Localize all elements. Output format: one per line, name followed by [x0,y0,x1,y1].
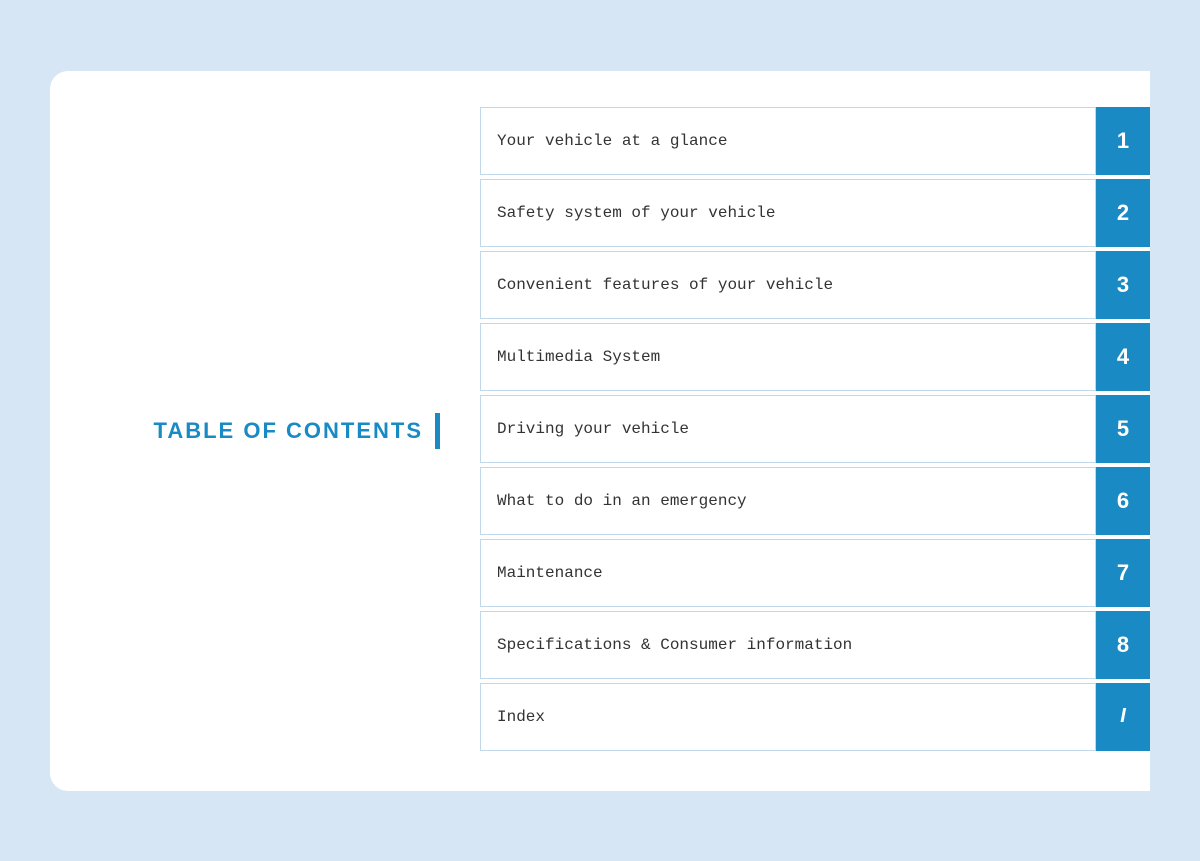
toc-item-number: 7 [1096,539,1150,607]
toc-item-label: Driving your vehicle [480,395,1096,463]
table-row[interactable]: What to do in an emergency6 [480,467,1150,535]
table-row[interactable]: Specifications & Consumer information8 [480,611,1150,679]
table-row[interactable]: Maintenance7 [480,539,1150,607]
table-row[interactable]: Driving your vehicle5 [480,395,1150,463]
toc-item-number: 3 [1096,251,1150,319]
toc-item-number: 2 [1096,179,1150,247]
toc-item-label: Maintenance [480,539,1096,607]
toc-item-number: I [1096,683,1150,751]
table-row[interactable]: IndexI [480,683,1150,751]
toc-item-label: Your vehicle at a glance [480,107,1096,175]
table-row[interactable]: Multimedia System4 [480,323,1150,391]
page-container: TABLE OF CONTENTS Your vehicle at a glan… [0,0,1200,861]
toc-item-number: 6 [1096,467,1150,535]
toc-item-number: 8 [1096,611,1150,679]
toc-card: TABLE OF CONTENTS Your vehicle at a glan… [50,71,1150,791]
toc-item-label: Safety system of your vehicle [480,179,1096,247]
toc-item-number: 5 [1096,395,1150,463]
left-panel: TABLE OF CONTENTS [50,71,480,791]
toc-item-label: Convenient features of your vehicle [480,251,1096,319]
toc-item-label: Multimedia System [480,323,1096,391]
toc-item-number: 4 [1096,323,1150,391]
toc-item-label: Index [480,683,1096,751]
toc-bar-accent [435,413,440,449]
table-row[interactable]: Safety system of your vehicle2 [480,179,1150,247]
table-row[interactable]: Convenient features of your vehicle3 [480,251,1150,319]
toc-heading: TABLE OF CONTENTS [154,418,423,444]
table-row[interactable]: Your vehicle at a glance1 [480,107,1150,175]
toc-item-label: What to do in an emergency [480,467,1096,535]
toc-item-number: 1 [1096,107,1150,175]
toc-item-label: Specifications & Consumer information [480,611,1096,679]
toc-title-wrapper: TABLE OF CONTENTS [154,413,440,449]
toc-list: Your vehicle at a glance1Safety system o… [480,71,1150,791]
